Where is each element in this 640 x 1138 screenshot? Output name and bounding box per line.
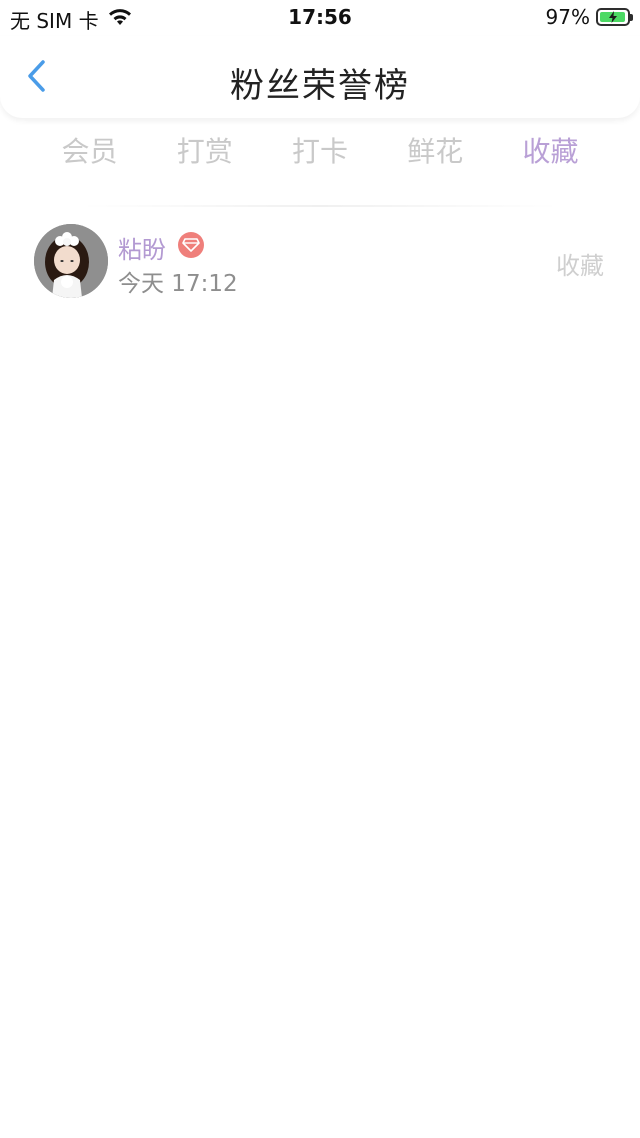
tab-bar: 会员 打赏 打卡 鲜花 收藏 [32,130,608,178]
diamond-badge-icon [178,232,204,258]
tab-checkin[interactable]: 打卡 [263,130,378,178]
list-item[interactable]: 粘盼 今天 17:12 收藏 [0,220,640,302]
timestamp: 今天 17:12 [118,271,238,297]
clock: 17:56 [288,5,352,29]
status-bar: 无 SIM 卡 17:56 97% [0,0,640,36]
battery-charging-icon [596,8,633,26]
tab-flowers[interactable]: 鲜花 [378,130,493,178]
tab-membership[interactable]: 会员 [32,130,147,178]
divider [80,205,560,207]
action-label: 收藏 [556,252,604,280]
page-title: 粉丝荣誉榜 [230,66,410,106]
avatar[interactable] [34,224,108,298]
tab-rewards[interactable]: 打赏 [147,130,262,178]
nav-bar: 粉丝荣誉榜 [0,36,640,118]
battery-area: 97% [545,5,633,29]
user-name[interactable]: 粘盼 [118,230,166,265]
battery-percent: 97% [545,5,590,29]
tab-favorites[interactable]: 收藏 [493,130,608,178]
